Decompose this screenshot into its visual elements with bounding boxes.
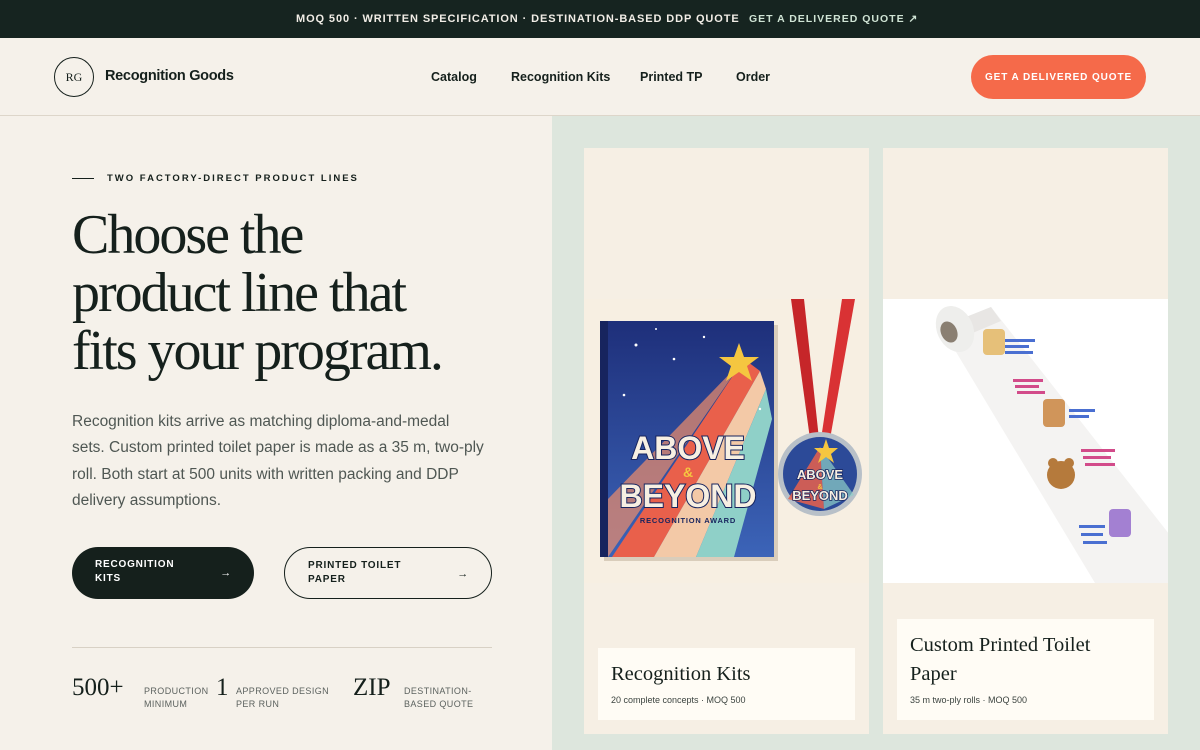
hero-headline: Choose the product line that fits your p… <box>72 206 522 380</box>
stat-value: 1 <box>216 674 229 701</box>
stat-label: APPROVED DESIGN PER RUN <box>236 686 330 709</box>
stat-value: 500+ <box>72 674 124 701</box>
brand-name[interactable]: Recognition Goods <box>105 68 234 84</box>
printed-toilet-paper-button[interactable]: PRINTED TOILET PAPER → <box>284 547 492 599</box>
medal-line2: BEYOND <box>792 488 848 503</box>
toilet-paper-roll-image <box>883 299 1168 583</box>
headline-line: product line that <box>72 262 407 324</box>
nav-order[interactable]: Order <box>736 70 770 84</box>
card-subtitle: 20 complete concepts · MOQ 500 <box>611 695 746 705</box>
card-printed-toilet-paper[interactable]: Custom Printed Toilet Paper 35 m two-ply… <box>883 148 1168 734</box>
headline-line: Choose the <box>72 204 304 266</box>
announcement-message: MOQ 500 · WRITTEN SPECIFICATION · DESTIN… <box>296 13 740 25</box>
stat-label: DESTINATION-BASED QUOTE <box>404 686 474 709</box>
announcement-bar: MOQ 500 · WRITTEN SPECIFICATION · DESTIN… <box>0 0 1200 38</box>
headline-line: fits your program. <box>72 320 444 382</box>
get-quote-button[interactable]: GET A DELIVERED QUOTE <box>971 55 1146 99</box>
card-caption: Custom Printed Toilet Paper 35 m two-ply… <box>897 619 1154 720</box>
card-title[interactable]: Custom Printed Toilet Paper <box>910 631 1140 689</box>
book-title-line1: ABOVE <box>631 430 745 466</box>
button-label: PRINTED TOILET PAPER <box>308 560 402 585</box>
nav-printed-tp[interactable]: Printed TP <box>640 70 703 84</box>
nav-recognition-kits[interactable]: Recognition Kits <box>511 70 610 84</box>
nav-catalog[interactable]: Catalog <box>431 70 477 84</box>
recognition-kits-button[interactable]: RECOGNITION KITS → <box>72 547 254 599</box>
logo-mark[interactable]: RG <box>54 57 94 97</box>
button-label: RECOGNITION KITS <box>95 559 175 584</box>
card-title[interactable]: Recognition Kits <box>611 660 751 689</box>
stat-label: PRODUCTION MINIMUM <box>144 686 209 709</box>
medal-line1: ABOVE <box>797 467 844 482</box>
arrow-right-icon: → <box>220 567 232 579</box>
stats-divider <box>72 647 492 648</box>
diploma-medal-image: ABOVE & BEYOND RECOGNITION AWARD ABOVE &… <box>584 299 869 583</box>
site-header: RG Recognition Goods Catalog Recognition… <box>0 38 1200 116</box>
book-subtitle: RECOGNITION AWARD <box>640 516 736 525</box>
hero-lead: Recognition kits arrive as matching dipl… <box>72 413 484 509</box>
arrow-right-icon: → <box>457 568 469 580</box>
announcement-quote-link[interactable]: GET A DELIVERED QUOTE ↗ <box>749 13 918 25</box>
card-recognition-kits[interactable]: ABOVE & BEYOND RECOGNITION AWARD ABOVE &… <box>584 148 869 734</box>
stat-value: ZIP <box>353 674 391 701</box>
book-title-line2: BEYOND <box>620 478 757 514</box>
card-subtitle: 35 m two-ply rolls · MOQ 500 <box>910 695 1028 705</box>
card-caption: Recognition Kits 20 complete concepts · … <box>598 648 855 720</box>
eyebrow-rule <box>72 178 94 179</box>
eyebrow-text: TWO FACTORY-DIRECT PRODUCT LINES <box>107 173 359 184</box>
